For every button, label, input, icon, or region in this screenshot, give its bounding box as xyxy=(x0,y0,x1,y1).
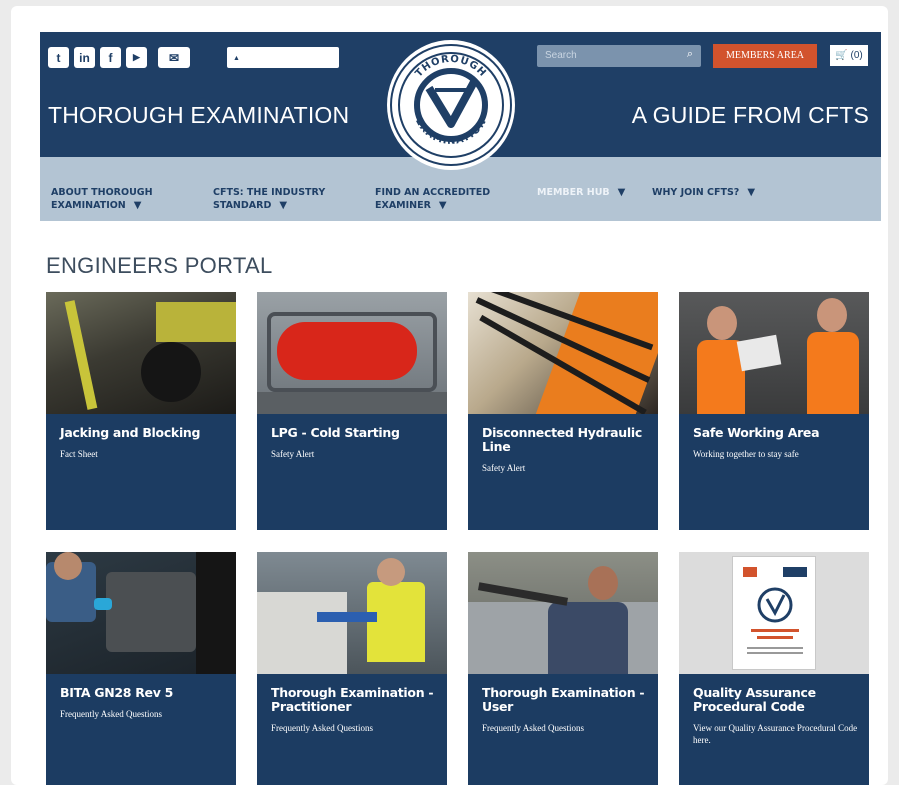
user-icon: ▲ xyxy=(233,55,240,62)
tile-image xyxy=(468,552,658,674)
tile-te-practitioner[interactable]: Thorough Examination - Practitioner Freq… xyxy=(257,552,447,785)
nav-label: CFTS: THE INDUSTRY xyxy=(213,187,326,198)
tile-subtitle: Safety Alert xyxy=(482,463,526,473)
tile-title: Safe Working Area xyxy=(693,425,820,440)
login-field[interactable]: ▲ xyxy=(227,47,339,68)
tile-image xyxy=(257,292,447,414)
caret-down-icon: ▼ xyxy=(438,200,447,211)
tile-title: Thorough Examination - User xyxy=(482,685,645,714)
search-icon[interactable]: ⌕ xyxy=(687,48,693,61)
nav-member-hub[interactable]: MEMBER HUB ▼ xyxy=(537,186,625,199)
tile-image xyxy=(257,552,447,674)
nav-find-examiner[interactable]: FIND AN ACCREDITED EXAMINER ▼ xyxy=(375,186,490,212)
nav-why-join[interactable]: WHY JOIN CFTS? ▼ xyxy=(652,186,755,199)
tile-safe-working-area[interactable]: Safe Working Area Working together to st… xyxy=(679,292,869,530)
brand-title[interactable]: THOROUGH EXAMINATION xyxy=(48,102,349,129)
nav-label: EXAMINER xyxy=(375,200,431,211)
caret-down-icon: ▼ xyxy=(133,200,142,211)
site-logo[interactable]: THOROUGH EXAMINATION xyxy=(387,40,515,170)
tile-subtitle: View our Quality Assurance Procedural Co… xyxy=(693,723,858,745)
caret-down-icon: ▼ xyxy=(279,200,288,211)
caret-down-icon: ▼ xyxy=(617,187,626,198)
nav-label: ABOUT THOROUGH xyxy=(51,187,153,198)
nav-about[interactable]: ABOUT THOROUGH EXAMINATION ▼ xyxy=(51,186,153,212)
tile-title: Disconnected Hydraulic Line xyxy=(482,425,642,454)
nav-label: FIND AN ACCREDITED xyxy=(375,187,491,198)
nav-label: EXAMINATION xyxy=(51,200,126,211)
tile-title: LPG - Cold Starting xyxy=(271,425,400,440)
tile-title: Jacking and Blocking xyxy=(60,425,201,440)
tile-image xyxy=(679,292,869,414)
tile-subtitle: Fact Sheet xyxy=(60,449,98,459)
youtube-icon[interactable]: ▶ xyxy=(126,47,147,68)
tile-bita-gn28[interactable]: BITA GN28 Rev 5 Frequently Asked Questio… xyxy=(46,552,236,785)
tile-subtitle: Working together to stay safe xyxy=(693,449,799,459)
tile-image xyxy=(46,552,236,674)
tile-subtitle: Frequently Asked Questions xyxy=(60,709,162,719)
tile-jacking-blocking[interactable]: Jacking and Blocking Fact Sheet xyxy=(46,292,236,530)
search-placeholder: Search xyxy=(545,50,577,61)
members-area-button[interactable]: MEMBERS AREA xyxy=(713,44,817,68)
tile-disconnected-hydraulic[interactable]: Disconnected Hydraulic Line Safety Alert xyxy=(468,292,658,530)
email-icon[interactable]: ✉ xyxy=(158,47,190,68)
tile-subtitle: Frequently Asked Questions xyxy=(482,723,584,733)
tile-te-user[interactable]: Thorough Examination - User Frequently A… xyxy=(468,552,658,785)
tile-subtitle: Safety Alert xyxy=(271,449,315,459)
tile-qa-procedural-code[interactable]: Quality Assurance Procedural Code View o… xyxy=(679,552,869,785)
social-links: t in f ▶ ✉ xyxy=(48,47,190,68)
tile-title: Thorough Examination - Practitioner xyxy=(271,685,434,714)
tile-image xyxy=(46,292,236,414)
twitter-icon[interactable]: t xyxy=(48,47,69,68)
search-input[interactable]: Search ⌕ xyxy=(537,45,701,67)
tile-subtitle: Frequently Asked Questions xyxy=(271,723,373,733)
brand-tagline: A GUIDE FROM CFTS xyxy=(631,102,869,128)
tile-title: BITA GN28 Rev 5 xyxy=(60,685,174,700)
nav-label: MEMBER HUB xyxy=(537,187,610,198)
tile-image xyxy=(679,552,869,674)
nav-label: STANDARD xyxy=(213,200,272,211)
document-thumbnail xyxy=(732,556,816,670)
facebook-icon[interactable]: f xyxy=(100,47,121,68)
page-title: ENGINEERS PORTAL xyxy=(46,253,273,278)
caret-down-icon: ▼ xyxy=(747,187,756,198)
nav-cfts-standard[interactable]: CFTS: THE INDUSTRY STANDARD ▼ xyxy=(213,186,325,212)
tile-image xyxy=(468,292,658,414)
nav-label: WHY JOIN CFTS? xyxy=(652,187,740,198)
tile-title: Quality Assurance Procedural Code xyxy=(693,685,816,714)
tile-lpg-cold-starting[interactable]: LPG - Cold Starting Safety Alert xyxy=(257,292,447,530)
cart-button[interactable]: 🛒 (0) xyxy=(830,45,868,66)
linkedin-icon[interactable]: in xyxy=(74,47,95,68)
